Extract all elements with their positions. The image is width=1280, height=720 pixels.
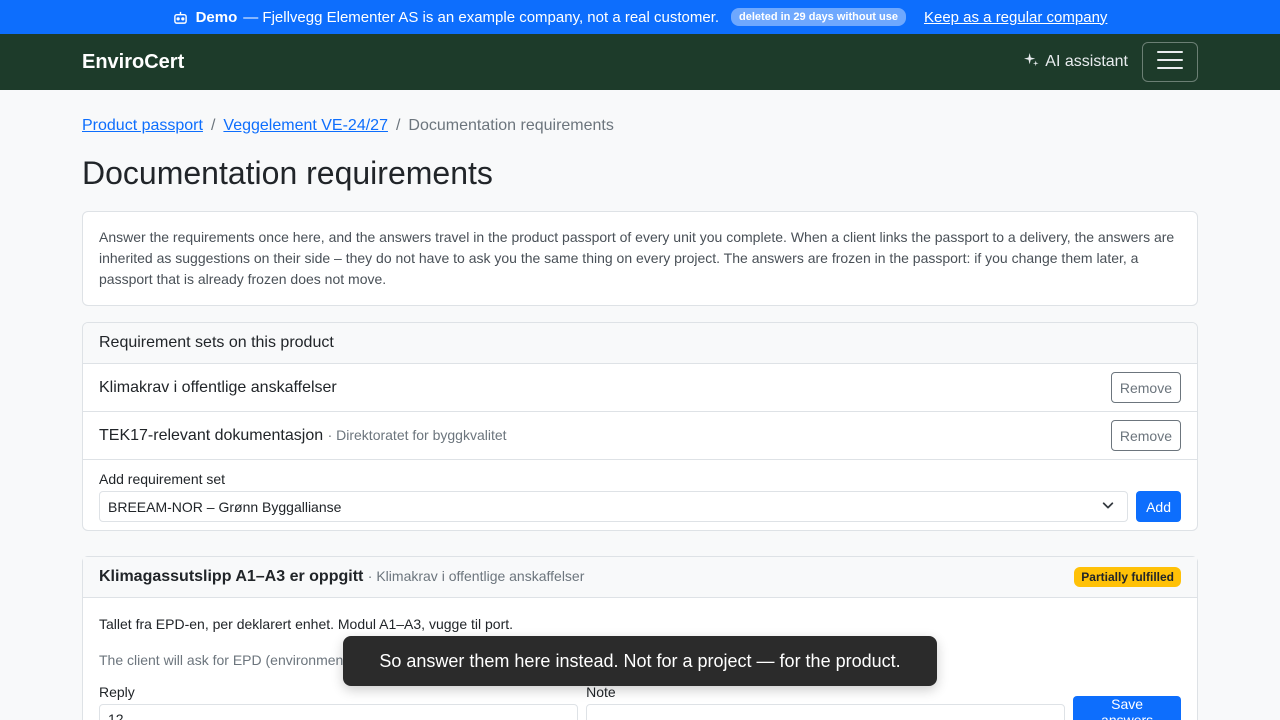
breadcrumb-separator: / <box>210 117 216 134</box>
add-set-button[interactable]: Add <box>1136 491 1181 522</box>
requirement-set-name: Klimakrav i offentlige anskaffelser <box>99 378 337 396</box>
intro-card: Answer the requirements once here, and t… <box>82 211 1198 306</box>
navbar: EnviroCert AI assistant <box>0 34 1280 90</box>
requirement-set-row: TEK17-relevant dokumentasjon · Direktora… <box>83 412 1197 460</box>
remove-set-button[interactable]: Remove <box>1110 372 1181 403</box>
breadcrumb-separator: / <box>395 117 401 134</box>
page-title: Documentation requirements <box>82 155 493 191</box>
demo-banner: Demo — Fjellvegg Elementer AS is an exam… <box>0 0 1280 34</box>
deletion-badge: deleted in 29 days without use <box>731 8 906 26</box>
reply-label: Reply <box>99 684 135 700</box>
requirement-header: Klimagassutslipp A1–A3 er oppgitt · Klim… <box>83 557 1197 598</box>
robot-icon <box>173 10 188 25</box>
requirement-description: Tallet fra EPD-en, per deklarert enhet. … <box>99 616 514 632</box>
brand-logo[interactable]: EnviroCert <box>82 51 184 74</box>
keep-company-link[interactable]: Keep as a regular company <box>924 9 1107 26</box>
status-badge: Partially fulfilled <box>1074 567 1181 587</box>
chevron-down-icon <box>1101 498 1115 515</box>
requirement-set-select[interactable]: BREEAM-NOR – Grønn Byggallianse <box>99 491 1129 522</box>
toast-message: So answer them here instead. Not for a p… <box>343 636 937 686</box>
requirement-sets-card: Requirement sets on this product Klimakr… <box>82 322 1198 531</box>
save-answers-button[interactable]: Save answers <box>1073 696 1181 720</box>
requirement-set-source: · Direktoratet for byggkvalitet <box>327 426 507 443</box>
main-content: Product passport / Veggelement VE-24/27 … <box>0 117 1280 720</box>
demo-label: Demo <box>195 8 238 26</box>
note-label: Note <box>586 684 616 700</box>
breadcrumb-product[interactable]: Veggelement VE-24/27 <box>223 117 388 135</box>
add-requirement-set-label: Add requirement set <box>99 471 226 487</box>
requirement-title: Klimagassutslipp A1–A3 er oppgitt <box>99 568 364 585</box>
requirement-set-name: TEK17-relevant dokumentasjon <box>99 426 324 444</box>
menu-toggle-button[interactable] <box>1142 42 1198 82</box>
ai-assistant-button[interactable]: AI assistant <box>1024 52 1128 72</box>
demo-message: — Fjellvegg Elementer AS is an example c… <box>243 8 720 26</box>
remove-set-button[interactable]: Remove <box>1110 420 1181 451</box>
breadcrumb-current: Documentation requirements <box>408 117 614 134</box>
requirement-set-source: · Klimakrav i offentlige anskaffelser <box>367 568 585 584</box>
hamburger-icon <box>1157 50 1183 75</box>
breadcrumb: Product passport / Veggelement VE-24/27 … <box>82 117 1198 135</box>
sparkle-icon <box>1024 52 1039 72</box>
add-requirement-set-section: Add requirement set BREEAM-NOR – Grønn B… <box>83 460 1197 530</box>
select-value: BREEAM-NOR – Grønn Byggallianse <box>108 498 342 515</box>
requirement-set-row: Klimakrav i offentlige anskaffelser Remo… <box>83 364 1197 412</box>
navbar-right: AI assistant <box>1024 42 1198 82</box>
reply-input[interactable]: 12 <box>99 704 579 720</box>
note-input[interactable] <box>586 704 1066 720</box>
ai-assistant-label: AI assistant <box>1045 53 1128 70</box>
breadcrumb-product-passport[interactable]: Product passport <box>82 117 203 135</box>
requirement-sets-header: Requirement sets on this product <box>83 323 1197 364</box>
